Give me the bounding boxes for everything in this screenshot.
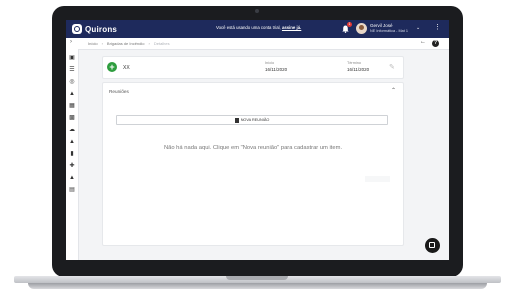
laptop-notch: [226, 276, 288, 280]
breadcrumb-item-brigades[interactable]: Brigadas de Incêndio: [107, 41, 145, 46]
id-card-icon[interactable]: ▤: [69, 187, 75, 193]
laptop-base-shadow: [28, 283, 487, 289]
help-icon[interactable]: ?: [432, 40, 439, 47]
add-circle-icon[interactable]: +: [107, 62, 117, 72]
monitor-icon[interactable]: ▣: [69, 55, 75, 61]
hard-hat-icon[interactable]: ▲: [69, 91, 75, 97]
subscribe-link[interactable]: assine já.: [282, 25, 301, 30]
breadcrumb-item-home[interactable]: Início: [88, 41, 98, 46]
trial-text: Você está usando uma conta trial,: [216, 25, 281, 30]
avatar[interactable]: [356, 23, 367, 34]
trial-notice: Você está usando uma conta trial, assine…: [216, 25, 301, 30]
new-meeting-label: NOVA REUNIÃO: [240, 118, 270, 122]
document-icon: [234, 117, 239, 123]
brigade-summary-card: + XX Início 16/11/2020 Término 16/11/202…: [102, 56, 404, 79]
start-date-value: 16/11/2020: [265, 67, 288, 72]
user-name[interactable]: Gervil José: [370, 23, 393, 28]
chevron-down-icon[interactable]: ⌄: [416, 25, 420, 31]
breadcrumb-item-current: Detalhes: [153, 41, 170, 46]
app-screen: Quirons Você está usando uma conta trial…: [66, 20, 449, 260]
arrow-left-icon[interactable]: ←: [420, 39, 426, 45]
more-vertical-icon[interactable]: ⋮: [434, 24, 441, 32]
sitemap-icon[interactable]: ▦: [69, 103, 75, 109]
list-icon[interactable]: ☰: [69, 67, 75, 73]
chat-icon: [429, 242, 435, 248]
edit-icon[interactable]: ✎: [389, 63, 395, 71]
fire-extinguisher-icon[interactable]: ▮: [69, 151, 75, 157]
sidebar: ▣ ☰ ◎ ▲ ▦ ▩ ☁ ▲ ▮ ✚ ▲ ▤: [66, 49, 79, 260]
network-icon[interactable]: ▩: [69, 115, 75, 121]
breadcrumb-bar: › Início › Brigadas de Incêndio › Detalhes ←…: [66, 38, 449, 50]
user-company: NE Informática - Mat 1: [370, 29, 408, 33]
start-date-label: Início: [265, 61, 275, 65]
fire-icon[interactable]: ▲: [69, 175, 75, 181]
chevron-right-icon[interactable]: ›: [70, 39, 72, 45]
empty-state-message: Não há nada aqui. Clique em "Nova reuniã…: [163, 145, 343, 151]
breadcrumb-separator: ›: [148, 41, 150, 46]
cloud-icon[interactable]: ☁: [69, 127, 75, 133]
webcam: [255, 9, 259, 13]
notification-badge: 1: [347, 22, 352, 27]
target-icon[interactable]: ◎: [69, 79, 75, 85]
top-navigation-bar: Quirons Você está usando uma conta trial…: [66, 20, 449, 38]
chat-button[interactable]: [425, 238, 440, 253]
end-date-value: 16/11/2020: [347, 67, 370, 72]
medical-icon[interactable]: ✚: [69, 163, 75, 169]
app-logo[interactable]: Quirons: [72, 23, 117, 35]
meetings-title: Reuniões: [109, 89, 129, 94]
laptop-base: [0, 276, 515, 296]
chevron-up-icon[interactable]: ⌃: [391, 87, 396, 94]
new-meeting-button[interactable]: NOVA REUNIÃO: [116, 115, 388, 125]
warning-icon[interactable]: ▲: [69, 139, 75, 145]
brigade-name: XX: [123, 65, 130, 71]
logo-icon: [72, 24, 82, 34]
meetings-panel: Reuniões ⌃ NOVA REUNIÃO Não há nada aqui…: [102, 82, 404, 246]
breadcrumb-separator: ›: [101, 41, 103, 46]
logo-text: Quirons: [85, 24, 118, 34]
end-date-label: Término: [347, 61, 361, 65]
pagination-placeholder: [365, 176, 390, 182]
breadcrumb: Início › Brigadas de Incêndio › Detalhes: [88, 41, 170, 46]
